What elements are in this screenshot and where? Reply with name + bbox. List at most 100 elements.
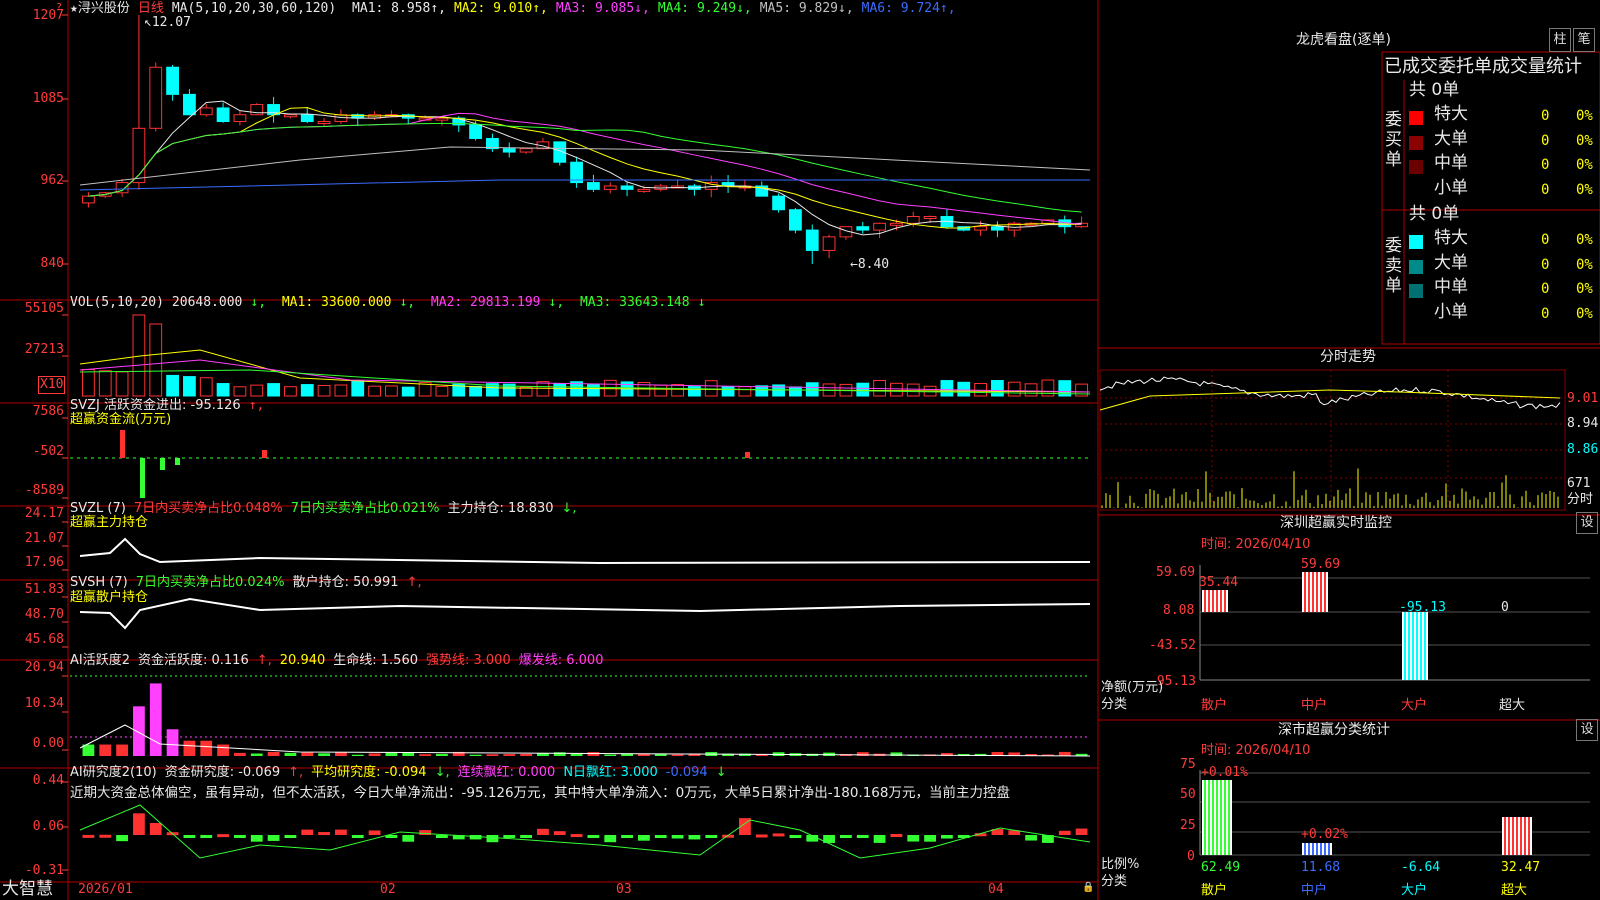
ma-values: MA1: 8.958↑, MA2: 9.010↑, MA3: 9.085↓, MA4:… bbox=[352, 1, 964, 16]
volume-bar bbox=[284, 386, 297, 397]
classify-top-1: +0.01% bbox=[1201, 765, 1248, 780]
sell-swatch-2 bbox=[1409, 259, 1423, 274]
research-bar bbox=[82, 834, 95, 838]
monitor-axis-1: 59.69 bbox=[1156, 565, 1196, 580]
price-axis-3: 962 bbox=[40, 173, 64, 188]
candlestick bbox=[856, 226, 870, 231]
research-bar bbox=[250, 835, 263, 842]
monitor-bar-3-stripe bbox=[1414, 612, 1416, 680]
ai1-header: AI活跃度2 资金活跃度: 0.116 ↑, 20.940 生命线: 1.560 强势线:… bbox=[70, 653, 604, 668]
sell-row-percent-4: 0% bbox=[1576, 305, 1593, 322]
volume-bar bbox=[856, 382, 870, 397]
activity-bar bbox=[217, 744, 229, 756]
monitor-cat-4: 超大 bbox=[1499, 698, 1526, 713]
research-bar bbox=[604, 835, 617, 843]
ai2-text3: 连续飘红: 0.000 bbox=[457, 765, 556, 780]
classify-bar-1-stripe bbox=[1202, 780, 1204, 855]
classify-bar-1-stripe bbox=[1226, 780, 1228, 855]
tab-stroke[interactable]: 笔 bbox=[1573, 28, 1595, 52]
ai1-text2: 20.940 bbox=[279, 653, 326, 668]
date-label-apr: 04 bbox=[988, 882, 1004, 897]
intraday-title: 分时走势 bbox=[1320, 349, 1376, 365]
volume-bar bbox=[738, 386, 752, 397]
activity-bar bbox=[351, 754, 364, 756]
volume-bar bbox=[82, 369, 95, 397]
research-bar bbox=[301, 829, 314, 835]
ma-value-5: MA5: 9.829↓, bbox=[759, 1, 854, 16]
buy-row-name-4: 小单 bbox=[1434, 177, 1468, 198]
volume-bar bbox=[991, 380, 1004, 397]
ma-label: MA(5,10,20,30,60,120) bbox=[171, 1, 337, 16]
monitor-axis-2: 8.08 bbox=[1163, 603, 1195, 618]
monitor-bar-3-stripe bbox=[1426, 612, 1428, 680]
buy-total: 共 0单 bbox=[1409, 80, 1460, 100]
research-bar bbox=[200, 835, 213, 838]
buy-row-count-4: 0 bbox=[1541, 181, 1550, 198]
buy-row-count-2: 0 bbox=[1541, 132, 1550, 149]
vol-unit-button[interactable]: X10 bbox=[38, 376, 66, 394]
candlestick bbox=[199, 107, 213, 116]
candlestick bbox=[772, 195, 785, 211]
ma-value-6: MA6: 9.724↑, bbox=[861, 1, 956, 16]
monitor-bar-2-stripe bbox=[1326, 572, 1328, 612]
buy-side-label: 委买单 bbox=[1385, 110, 1402, 170]
lhb-header: 已成交委托单成交量统计 bbox=[1384, 56, 1582, 77]
candlestick bbox=[822, 236, 836, 251]
svzj-bar-6 bbox=[745, 452, 750, 458]
lock-icon[interactable]: 🔒 bbox=[1082, 880, 1094, 896]
low-price-value: 8.40 bbox=[857, 257, 890, 272]
classify-cat-2: 中户 bbox=[1301, 883, 1328, 898]
research-bar bbox=[789, 835, 802, 838]
candlestick bbox=[991, 226, 1004, 231]
candlestick bbox=[923, 216, 937, 220]
volume-bar bbox=[166, 374, 179, 397]
classify-bar-4-stripe bbox=[1506, 817, 1508, 855]
monitor-title: 深圳超赢实时监控 bbox=[1280, 515, 1392, 531]
research-bar bbox=[368, 830, 381, 835]
monitor-cat-1: 散户 bbox=[1201, 698, 1228, 713]
vol-header: VOL(5,10,20) 20648.000 ↓, MA1: 33600.000 ↓,… bbox=[70, 295, 706, 310]
activity-bar bbox=[183, 740, 196, 756]
tab-bar[interactable]: 柱 bbox=[1549, 28, 1571, 52]
axis-mode-icon[interactable]: ? bbox=[56, 0, 62, 16]
svsh-subtitle: 超赢散户持仓 bbox=[70, 590, 149, 605]
volume-bar bbox=[267, 383, 280, 397]
ai2-line bbox=[79, 804, 1091, 859]
svzj-axis-3: -8589 bbox=[24, 483, 64, 498]
classify-bar-1-stripe bbox=[1222, 780, 1224, 855]
svsh-line bbox=[79, 597, 1091, 630]
svzl-text2: 7日内买卖净占比0.021% bbox=[290, 501, 440, 516]
monitor-bar-1-stripe bbox=[1210, 590, 1212, 612]
research-bar bbox=[267, 835, 280, 841]
candlestick bbox=[166, 66, 179, 95]
svzj-axis-2: -502 bbox=[32, 444, 64, 459]
high-price-label: ↖12.07 bbox=[144, 15, 191, 30]
activity-bar bbox=[486, 754, 499, 756]
ai2-text1: 资金研究度: -0.069 bbox=[164, 765, 281, 780]
volume-bar bbox=[199, 377, 213, 397]
svsh-label: SVSH (7) bbox=[70, 575, 128, 590]
research-bar bbox=[351, 835, 364, 838]
activity-bar bbox=[436, 753, 448, 756]
volume-bar bbox=[401, 386, 415, 397]
research-bar bbox=[436, 835, 448, 838]
monitor-settings-button[interactable]: 设 bbox=[1576, 512, 1598, 534]
monitor-cat-3: 大户 bbox=[1401, 698, 1428, 713]
period-label[interactable]: 日线 bbox=[138, 1, 164, 16]
volume-bar bbox=[250, 384, 264, 397]
svzj-subtitle: 超赢资金流(万元) bbox=[70, 412, 172, 427]
classify-cat-4: 超大 bbox=[1501, 883, 1528, 898]
ma-value-2: MA2: 9.010↑, bbox=[453, 1, 548, 16]
sell-row-percent-3: 0% bbox=[1576, 281, 1593, 297]
sell-row-count-4: 0 bbox=[1541, 305, 1550, 322]
sell-row-name-3: 中单 bbox=[1434, 277, 1468, 297]
monitor-bar-value-4: 0 bbox=[1501, 600, 1509, 615]
classify-settings-button[interactable]: 设 bbox=[1576, 719, 1598, 741]
activity-bar bbox=[469, 754, 482, 756]
volume-bar bbox=[906, 383, 920, 397]
monitor-bar-value-3: -95.13 bbox=[1399, 600, 1446, 615]
monitor-bar-1-stripe bbox=[1202, 590, 1204, 612]
candlestick bbox=[216, 107, 230, 123]
activity-bar bbox=[856, 752, 869, 756]
buy-row-name-1: 特大 bbox=[1434, 104, 1468, 124]
